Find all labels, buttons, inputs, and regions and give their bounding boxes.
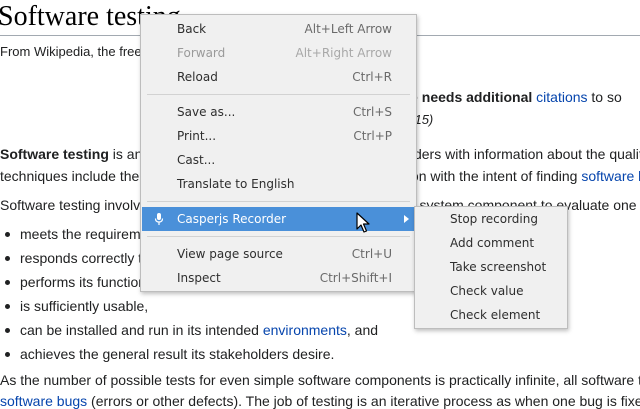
context-menu: Back Alt+Left Arrow Forward Alt+Right Ar…	[140, 14, 417, 292]
submenu-item-take-screenshot[interactable]: Take screenshot	[415, 255, 567, 279]
menu-item-print[interactable]: Print... Ctrl+P	[141, 124, 416, 148]
menu-separator	[147, 201, 410, 202]
submenu-arrow-icon	[404, 215, 409, 223]
menu-item-label: View page source	[177, 247, 283, 261]
menu-item-forward[interactable]: Forward Alt+Right Arrow	[141, 41, 416, 65]
list-item: can be installed and run in its intended…	[0, 320, 418, 344]
menu-item-casperjs-recorder[interactable]: Casperjs Recorder	[142, 207, 415, 231]
menu-item-label: Inspect	[177, 271, 221, 285]
menu-item-translate[interactable]: Translate to English	[141, 172, 416, 196]
paragraph-bugs: software bugs (errors or other defects).…	[0, 393, 640, 409]
software-bugs-link[interactable]: software b	[581, 168, 640, 184]
list-item-text: can be installed and run in its intended	[20, 322, 263, 338]
microphone-icon	[154, 213, 164, 225]
menu-item-back[interactable]: Back Alt+Left Arrow	[141, 17, 416, 41]
menu-item-shortcut: Ctrl+R	[352, 70, 392, 84]
menu-item-label: Casperjs Recorder	[177, 212, 287, 226]
submenu-item-stop-recording[interactable]: Stop recording	[415, 207, 567, 231]
list-item: achieves the general result its stakehol…	[0, 344, 418, 368]
term-bold: Software testing	[0, 146, 109, 162]
citations-link[interactable]: citations	[536, 89, 587, 105]
paragraph-text: (errors or other defects). The job of te…	[87, 393, 640, 409]
list-item-suffix: , and	[346, 322, 379, 338]
menu-item-shortcut: Ctrl+P	[353, 129, 392, 143]
environments-link[interactable]: environments	[263, 322, 347, 338]
menu-item-label: Save as...	[177, 105, 236, 119]
notice-bold: needs additional	[421, 89, 533, 105]
menu-item-shortcut: Ctrl+Shift+I	[319, 271, 392, 285]
menu-item-label: Cast...	[177, 153, 216, 167]
menu-item-inspect[interactable]: Inspect Ctrl+Shift+I	[141, 266, 416, 290]
software-bugs-link[interactable]: software bugs	[0, 393, 87, 409]
menu-item-view-source[interactable]: View page source Ctrl+U	[141, 242, 416, 266]
mouse-pointer-icon	[356, 212, 370, 233]
menu-item-shortcut: Ctrl+S	[352, 105, 392, 119]
submenu-item-label: Check value	[450, 284, 524, 298]
menu-item-save-as[interactable]: Save as... Ctrl+S	[141, 100, 416, 124]
menu-item-cast[interactable]: Cast...	[141, 148, 416, 172]
menu-item-label: Translate to English	[177, 177, 295, 191]
menu-item-shortcut: Ctrl+U	[351, 247, 392, 261]
submenu-item-check-value[interactable]: Check value	[415, 279, 567, 303]
submenu-item-add-comment[interactable]: Add comment	[415, 231, 567, 255]
submenu-item-label: Check element	[450, 308, 541, 322]
submenu-item-label: Take screenshot	[450, 260, 547, 274]
submenu-item-label: Add comment	[450, 236, 535, 250]
menu-separator	[147, 94, 410, 95]
menu-item-label: Reload	[177, 70, 218, 84]
list-item: is sufficiently usable,	[0, 296, 418, 320]
casperjs-submenu: Stop recording Add comment Take screensh…	[414, 206, 568, 329]
submenu-item-label: Stop recording	[450, 212, 538, 226]
submenu-item-check-element[interactable]: Check element	[415, 303, 567, 327]
notice-suffix: to so	[591, 89, 622, 105]
menu-separator	[147, 236, 410, 237]
menu-item-label: Back	[177, 22, 207, 36]
citation-notice: cle needs additional citations to so	[400, 89, 622, 105]
menu-item-label: Print...	[177, 129, 217, 143]
paragraph-tests: As the number of possible tests for even…	[0, 372, 640, 388]
menu-item-reload[interactable]: Reload Ctrl+R	[141, 65, 416, 89]
menu-item-shortcut: Alt+Left Arrow	[304, 22, 392, 36]
menu-item-shortcut: Alt+Right Arrow	[295, 46, 392, 60]
menu-item-label: Forward	[177, 46, 226, 60]
